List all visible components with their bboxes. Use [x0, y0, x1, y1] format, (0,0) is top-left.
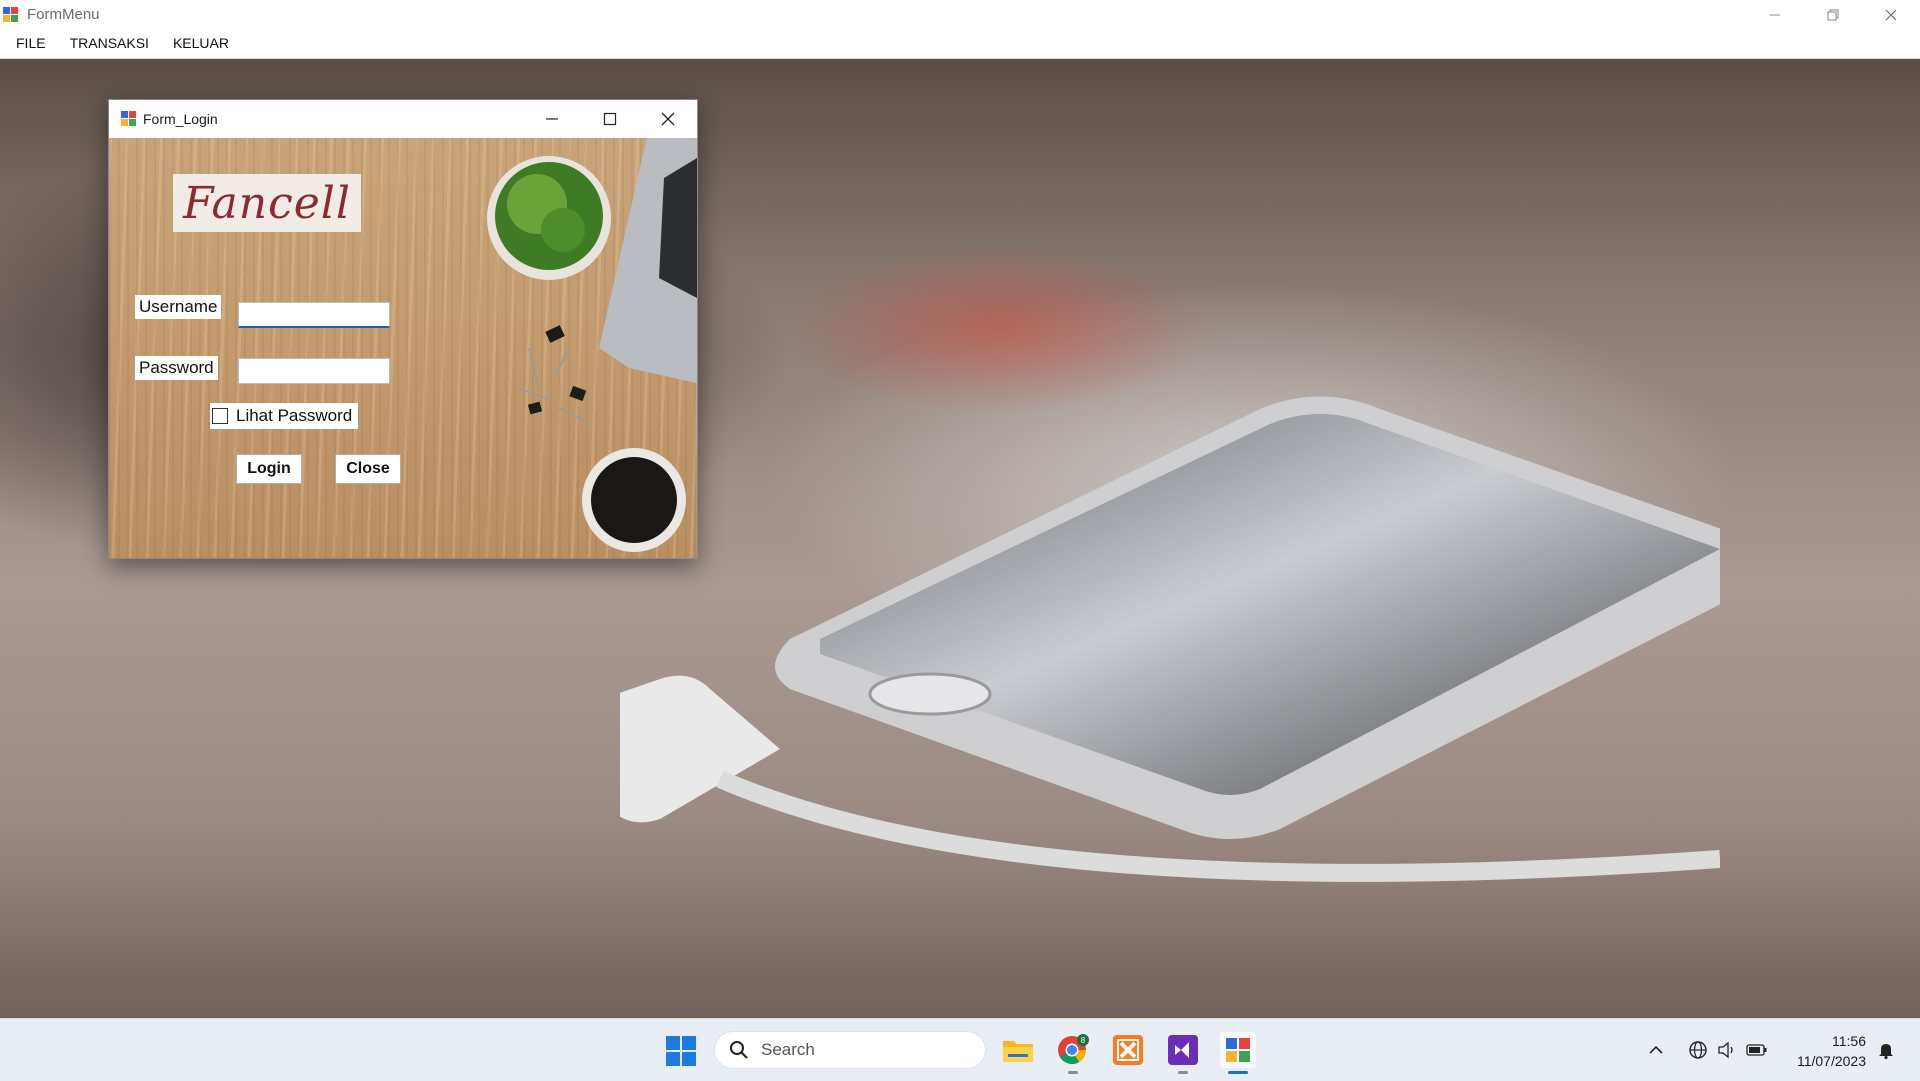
desk-decoration [487, 138, 697, 552]
chrome-running-indicator [1068, 1071, 1078, 1074]
battery-icon [1746, 1044, 1767, 1056]
visual-studio-icon [1168, 1035, 1198, 1065]
notifications-button[interactable] [1876, 1019, 1896, 1081]
menu-file[interactable]: FILE [0, 29, 58, 58]
notification-bell-icon [1879, 1044, 1893, 1060]
logo-text: Fancell [183, 177, 351, 229]
minimize-icon [1770, 14, 1780, 15]
dialog-app-icon [121, 111, 137, 127]
close-icon [1885, 9, 1897, 20]
taskbar-visual-studio[interactable] [1165, 1032, 1201, 1068]
chrome-icon: 8 [1058, 1034, 1089, 1064]
dialog-title: Form_Login [143, 111, 218, 127]
fancell-logo: Fancell [173, 174, 361, 232]
main-titlebar: FormMenu [0, 0, 1920, 29]
dialog-close-button[interactable] [639, 100, 697, 138]
show-password-label: Lihat Password [236, 406, 353, 425]
login-dialog: Form_Login Fancell Username Password Lih… [108, 99, 698, 559]
start-button[interactable] [666, 1036, 696, 1066]
menu-bar: FILE TRANSAKSI KELUAR [0, 29, 1920, 59]
chrome-badge: 8 [1081, 1036, 1086, 1045]
dialog-window-controls [523, 100, 697, 138]
file-explorer-icon [1003, 1041, 1033, 1062]
search-icon [730, 1041, 748, 1059]
dialog-titlebar: Form_Login [109, 100, 697, 138]
taskbar-chrome[interactable]: 8 [1055, 1032, 1091, 1068]
taskbar-clock[interactable]: 11:56 11/07/2023 [1797, 1031, 1866, 1071]
minimize-icon [546, 118, 558, 120]
show-hidden-icons-button[interactable] [1648, 1019, 1664, 1081]
show-password-checkbox-row[interactable]: Lihat Password [210, 403, 359, 429]
dialog-maximize-button[interactable] [581, 100, 639, 138]
globe-icon [1689, 1041, 1707, 1059]
show-password-checkbox[interactable] [212, 408, 228, 424]
xampp-icon [1113, 1035, 1143, 1065]
password-input[interactable] [238, 358, 390, 384]
restore-icon [1827, 9, 1839, 20]
app-icon [3, 6, 19, 23]
clock-date: 11/07/2023 [1796, 1053, 1866, 1069]
formmenu-app-icon [1226, 1038, 1250, 1062]
login-button[interactable]: Login [236, 454, 302, 484]
battery-button[interactable] [1746, 1019, 1768, 1081]
network-button[interactable] [1688, 1019, 1708, 1081]
dialog-body-wood-background: Fancell Username Password Lihat Password… [109, 138, 697, 558]
username-input[interactable] [238, 302, 390, 328]
close-button[interactable] [1862, 0, 1920, 29]
menu-keluar[interactable]: KELUAR [161, 29, 241, 58]
speaker-icon [1718, 1041, 1733, 1059]
taskbar: Search 8 11:56 11/07/2023 [0, 1018, 1920, 1081]
taskbar-file-explorer[interactable] [1000, 1032, 1036, 1068]
chevron-up-icon [1649, 1045, 1663, 1054]
close-icon [661, 112, 675, 126]
password-label: Password [135, 356, 218, 380]
restore-button[interactable] [1804, 0, 1862, 29]
close-form-button[interactable]: Close [335, 454, 401, 484]
visual-studio-running-indicator [1178, 1071, 1188, 1074]
phone-photo [620, 396, 1720, 882]
volume-button[interactable] [1717, 1019, 1737, 1081]
clock-time: 11:56 [1832, 1033, 1866, 1049]
main-window-controls [1746, 0, 1920, 29]
username-label: Username [135, 295, 222, 319]
minimize-button[interactable] [1746, 0, 1804, 29]
menu-transaksi[interactable]: TRANSAKSI [58, 29, 161, 58]
taskbar-formmenu-app[interactable] [1220, 1032, 1256, 1068]
dialog-minimize-button[interactable] [523, 100, 581, 138]
maximize-icon [603, 112, 617, 126]
taskbar-xampp[interactable] [1110, 1032, 1146, 1068]
main-window-title: FormMenu [27, 6, 100, 23]
search-placeholder: Search [761, 1040, 815, 1059]
taskbar-search-box[interactable]: Search [714, 1031, 986, 1069]
formmenu-active-indicator [1228, 1071, 1248, 1074]
